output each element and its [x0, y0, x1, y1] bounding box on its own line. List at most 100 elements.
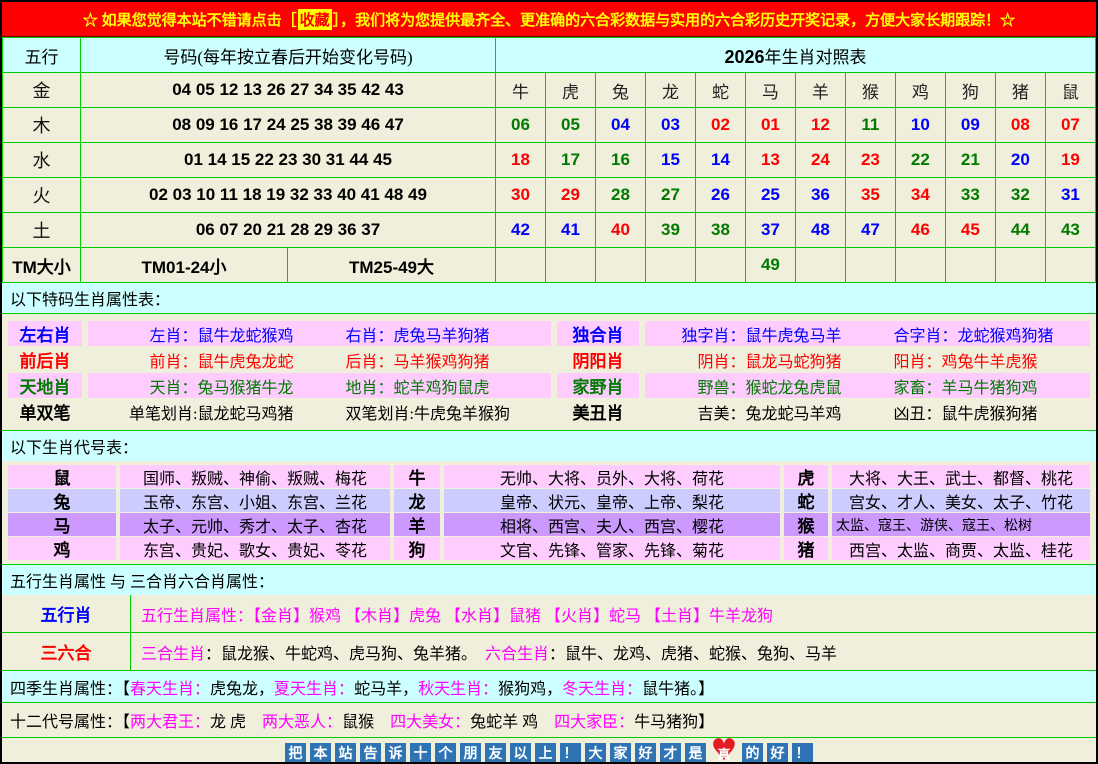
- zodiac-header: 鸡: [895, 73, 945, 108]
- attribute-category: 单双笔: [8, 399, 82, 424]
- slogan-heart-char: ♥真: [710, 739, 738, 764]
- zodiac-number-cell: 26: [695, 178, 745, 213]
- tm-zodiac-cell: [546, 248, 596, 283]
- zodiac-header: 狗: [945, 73, 995, 108]
- attribute-value-a: 阴肖：鼠龙马蛇狗猪: [697, 348, 841, 372]
- attributes-table: 左右肖左肖：鼠牛龙蛇猴鸡右肖：虎兔马羊狗猪独合肖独字肖：鼠牛虎兔马羊合字肖：龙蛇…: [2, 313, 1096, 431]
- code-aliases: 太子、元帅、秀才、太子、杏花: [120, 513, 390, 536]
- section-title-wuxing: 五行生肖属性 与 三合肖六合肖属性：: [2, 565, 1096, 595]
- zodiac-number-cell: 03: [645, 108, 695, 143]
- attribute-row: 左右肖左肖：鼠牛龙蛇猴鸡右肖：虎兔马羊狗猪独合肖独字肖：鼠牛虎兔马羊合字肖：龙蛇…: [8, 321, 1090, 346]
- zodiac-number-cell: 39: [645, 213, 695, 248]
- element-row: 土06 07 20 21 28 29 36 374241403938374847…: [3, 213, 1096, 248]
- zodiac-number-cell: 19: [1045, 143, 1095, 178]
- code-zodiac-label: 兔: [8, 489, 116, 512]
- zodiac-number-cell: 42: [496, 213, 546, 248]
- slogan-char: 的: [742, 743, 763, 764]
- attribute-value-b: 家畜：羊马牛猪狗鸡: [894, 374, 1038, 398]
- element-label: 火: [3, 178, 81, 213]
- zodiac-number-cell: 05: [546, 108, 596, 143]
- section-title-codes: 以下生肖代号表：: [2, 431, 1096, 461]
- code-row: 鼠国师、叛贼、神偷、叛贼、梅花牛无帅、大将、员外、大将、荷花虎大将、大王、武士、…: [8, 465, 1090, 488]
- attribute-value-b: 右肖：虎兔马羊狗猪: [346, 322, 490, 346]
- zodiac-header: 蛇: [695, 73, 745, 108]
- tm-zodiac-cell: [945, 248, 995, 283]
- attribute-value-a: 天肖：兔马猴猪牛龙: [149, 374, 293, 398]
- header-wuxing: 五行: [3, 38, 81, 73]
- slogan-char: 以: [510, 743, 531, 764]
- text-run: 四大家臣：: [554, 708, 634, 732]
- code-zodiac-label: 蛇: [784, 489, 828, 512]
- zodiac-header: 虎: [546, 73, 596, 108]
- slogan-char: 告: [360, 743, 381, 764]
- text-run: 两大恶人：: [262, 708, 342, 732]
- attribute-value-b: 后肖：马羊猴鸡狗猪: [346, 348, 490, 372]
- code-aliases: 宫女、才人、美女、太子、竹花: [832, 489, 1090, 512]
- bookmark-button[interactable]: 收藏: [298, 9, 332, 30]
- element-numbers: 06 07 20 21 28 29 36 37: [81, 213, 496, 248]
- zodiac-number-cell: 08: [995, 108, 1045, 143]
- wuxing-values: 三合生肖：鼠龙猴、牛蛇鸡、虎马狗、兔羊猪。 六合生肖：鼠牛、龙鸡、虎猪、蛇猴、兔…: [131, 633, 1096, 670]
- attribute-value-a: 野兽：猴蛇龙兔虎鼠: [697, 374, 841, 398]
- attribute-values: 天肖：兔马猴猪牛龙地肖：蛇羊鸡狗鼠虎: [88, 373, 551, 398]
- zodiac-number-cell: 41: [546, 213, 596, 248]
- slogan-char: 好: [767, 743, 788, 764]
- header-zodiac-map: 2026年生肖对照表: [496, 38, 1096, 73]
- text-run: 冬天生肖：: [562, 675, 642, 699]
- zodiac-number-cell: 47: [845, 213, 895, 248]
- code-zodiac-label: 鸡: [8, 537, 116, 560]
- element-label: 木: [3, 108, 81, 143]
- zodiac-number-cell: 17: [546, 143, 596, 178]
- element-label: 土: [3, 213, 81, 248]
- element-label: 金: [3, 73, 81, 108]
- code-aliases: 皇帝、状元、皇帝、上帝、梨花: [444, 489, 780, 512]
- slogan-char: 才: [660, 743, 681, 764]
- code-zodiac-label: 狗: [394, 537, 440, 560]
- slogan-char: ！: [560, 743, 581, 764]
- attribute-values: 野兽：猴蛇龙兔虎鼠 家畜：羊马牛猪狗鸡: [645, 373, 1090, 398]
- code-aliases: 国师、叛贼、神偷、叛贼、梅花: [120, 465, 390, 488]
- text-run: ：鼠牛、龙鸡、虎猪、蛇猴、兔狗、马羊: [549, 640, 837, 664]
- attribute-values: 独字肖：鼠牛虎兔马羊合字肖：龙蛇猴鸡狗猪: [645, 321, 1090, 346]
- code-zodiac-label: 鼠: [8, 465, 116, 488]
- code-aliases: 西宫、太监、商贾、太监、桂花: [832, 537, 1090, 560]
- slogan-char: 是: [685, 743, 706, 764]
- code-aliases: 太监、寇王、游侠、寇王、松树: [832, 513, 1090, 536]
- wuxing-values: 五行生肖属性：【金肖】猴鸡 【木肖】虎兔 【水肖】鼠猪 【火肖】蛇马 【土肖】牛…: [131, 595, 1096, 632]
- year-suffix: 年生肖对照表: [765, 48, 867, 67]
- zodiac-number-cell: 37: [745, 213, 795, 248]
- slogan-char: 大: [585, 743, 606, 764]
- zodiac-number-cell: 07: [1045, 108, 1095, 143]
- zodiac-header: 猪: [995, 73, 1045, 108]
- text-run: 秋天生肖：: [418, 675, 498, 699]
- slogan-char: 个: [435, 743, 456, 764]
- zodiac-number-cell: 14: [695, 143, 745, 178]
- text-run: 春天生肖：: [130, 675, 210, 699]
- attribute-value-b: 合字肖：龙蛇猴鸡狗猪: [894, 322, 1054, 346]
- page: ☆ 如果您觉得本站不错请点击［收藏］，我们将为您提供最齐全、更准确的六合彩数据与…: [0, 0, 1098, 764]
- code-aliases: 东宫、贵妃、歌女、贵妃、苓花: [120, 537, 390, 560]
- code-zodiac-label: 猪: [784, 537, 828, 560]
- code-zodiac-label: 猴: [784, 513, 828, 536]
- zodiac-number-cell: 45: [945, 213, 995, 248]
- zodiac-number-cell: 48: [795, 213, 845, 248]
- footer-slogan: 把本站告诉十个朋友以上！大家好才是♥真的好！: [2, 738, 1096, 764]
- code-row: 马太子、元帅、秀才、太子、杏花羊相将、西宫、夫人、西宫、樱花猴太监、寇王、游侠、…: [8, 513, 1090, 536]
- attribute-category: 阴阳肖: [557, 347, 639, 372]
- zodiac-number-cell: 16: [595, 143, 645, 178]
- text-run: 十二代号属性：【: [10, 708, 130, 732]
- main-table-header-row: 五行 号码(每年按立春后开始变化号码) 2026年生肖对照表: [3, 38, 1096, 73]
- main-table-body: 五行 号码(每年按立春后开始变化号码) 2026年生肖对照表 金04 05 12…: [3, 38, 1096, 283]
- code-row: 鸡东宫、贵妃、歌女、贵妃、苓花狗文官、先锋、管家、先锋、菊花猪西宫、太监、商贾、…: [8, 537, 1090, 560]
- element-numbers: 04 05 12 13 26 27 34 35 42 43: [81, 73, 496, 108]
- zodiac-number-cell: 01: [745, 108, 795, 143]
- header-numbers: 号码(每年按立春后开始变化号码): [81, 38, 496, 73]
- tm-size-row: TM大小TM01-24小TM25-49大49: [3, 248, 1096, 283]
- zodiac-number-cell: 35: [845, 178, 895, 213]
- text-run: 虎兔龙，: [210, 675, 274, 699]
- text-run: 四季生肖属性：【: [10, 675, 130, 699]
- slogan-char: 家: [610, 743, 631, 764]
- tm-zodiac-cell: [895, 248, 945, 283]
- code-aliases: 无帅、大将、员外、大将、荷花: [444, 465, 780, 488]
- code-aliases: 大将、大王、武士、都督、桃花: [832, 465, 1090, 488]
